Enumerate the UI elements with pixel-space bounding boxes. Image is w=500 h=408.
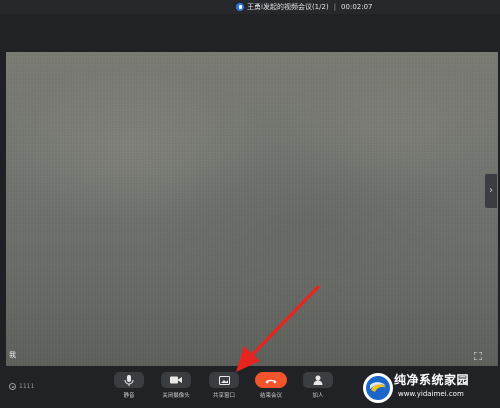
share-window-button[interactable]: 共享窗口 [202, 372, 246, 399]
share-window-label: 共享窗口 [212, 393, 235, 399]
title-separator: | [333, 3, 337, 11]
top-spacer [0, 14, 500, 52]
side-panel-toggle[interactable]: › [485, 174, 497, 208]
network-icon [9, 383, 16, 390]
add-person-icon [313, 375, 322, 385]
meeting-timer: 00:02:07 [341, 3, 373, 11]
camera-icon [170, 376, 182, 384]
title-bar: 王勇i发起的视频会议(1/2) | 00:02:07 [0, 0, 500, 14]
network-label: 1111 [19, 383, 35, 390]
add-person-button[interactable]: 加人 [296, 372, 340, 399]
share-screen-icon [218, 375, 230, 385]
mute-label: 静音 [123, 393, 135, 399]
meeting-title: 王勇i发起的视频会议(1/2) | 00:02:07 [236, 0, 373, 14]
end-meeting-button[interactable]: 结束会议 [249, 372, 293, 399]
microphone-icon [124, 374, 134, 386]
camera-label: 关闭摄像头 [162, 393, 190, 399]
camera-button[interactable]: 关闭摄像头 [154, 372, 198, 399]
watermark-logo-icon [363, 373, 393, 403]
meeting-title-text: 王勇i发起的视频会议(1/2) [247, 3, 329, 11]
mute-button[interactable]: 静音 [107, 372, 151, 399]
end-meeting-label: 结束会议 [259, 393, 282, 399]
chevron-right-icon: › [489, 185, 493, 196]
video-feed: 我 [6, 52, 498, 366]
hang-up-icon [265, 379, 277, 383]
watermark-text: 纯净系统家园 [394, 373, 470, 387]
fullscreen-icon[interactable] [474, 352, 482, 360]
network-status: 1111 [9, 383, 34, 390]
secure-shield-icon [236, 3, 244, 11]
add-person-label: 加人 [312, 393, 324, 399]
watermark-url: www.yidaimei.com [398, 390, 464, 398]
self-video-label: 我 [9, 351, 16, 359]
watermark: 纯净系统家园 www.yidaimei.com [360, 368, 500, 408]
